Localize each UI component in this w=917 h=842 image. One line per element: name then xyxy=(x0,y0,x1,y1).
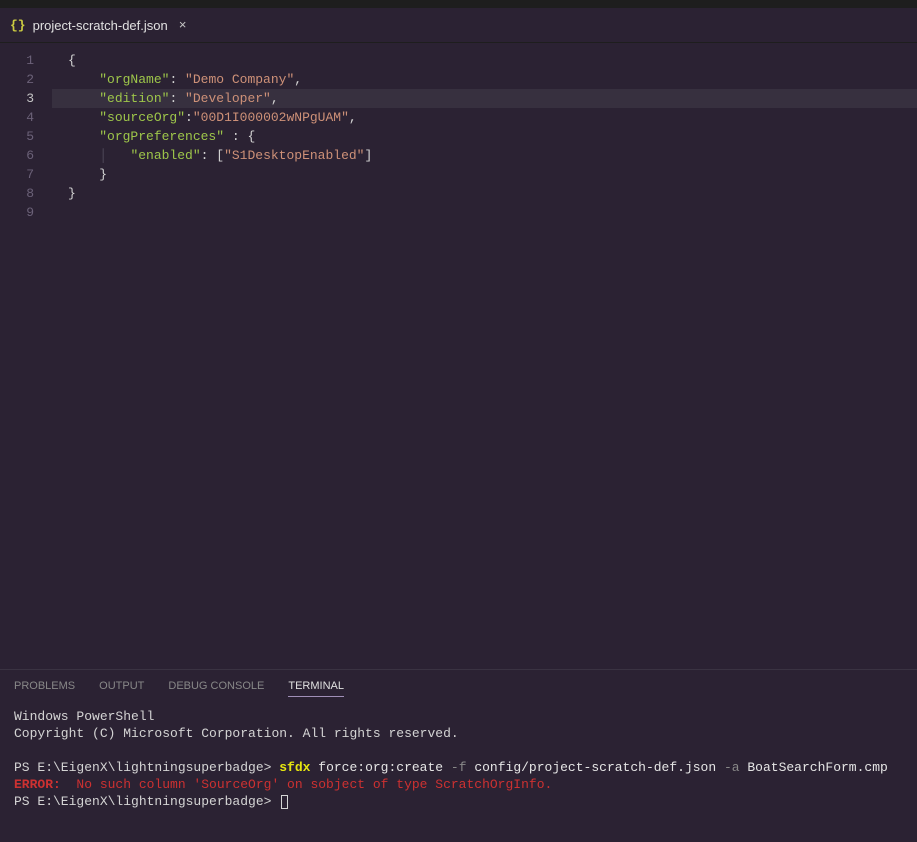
terminal-content[interactable]: Windows PowerShell Copyright (C) Microso… xyxy=(0,702,917,816)
code-content[interactable]: { "orgName": "Demo Company", "edition": … xyxy=(52,43,917,669)
line-number: 1 xyxy=(0,51,52,70)
code-line: "sourceOrg":"00D1I000002wNPgUAM", xyxy=(52,108,917,127)
line-number: 8 xyxy=(0,184,52,203)
line-number: 4 xyxy=(0,108,52,127)
tab-terminal[interactable]: TERMINAL xyxy=(288,676,344,697)
line-number: 6 xyxy=(0,146,52,165)
panel-tabs: PROBLEMS OUTPUT DEBUG CONSOLE TERMINAL xyxy=(0,670,917,702)
tab-output[interactable]: OUTPUT xyxy=(99,676,144,696)
code-line: "orgName": "Demo Company", xyxy=(52,70,917,89)
code-line: } xyxy=(52,165,917,184)
code-line: } xyxy=(52,184,917,203)
line-number: 3 xyxy=(0,89,52,108)
code-line: │ "enabled": ["S1DesktopEnabled"] xyxy=(52,146,917,165)
line-number: 9 xyxy=(0,203,52,222)
code-line: "orgPreferences" : { xyxy=(52,127,917,146)
terminal-line: PS E:\EigenX\lightningsuperbadge> xyxy=(14,793,903,810)
tab-debug-console[interactable]: DEBUG CONSOLE xyxy=(168,676,264,696)
window-titlebar xyxy=(0,0,917,8)
terminal-line: Copyright (C) Microsoft Corporation. All… xyxy=(14,725,903,742)
terminal-line xyxy=(14,742,903,759)
terminal-line: PS E:\EigenX\lightningsuperbadge> sfdx f… xyxy=(14,759,903,776)
editor-tabbar: {} project-scratch-def.json × xyxy=(0,8,917,43)
line-number-gutter: 1 2 3 4 5 6 7 8 9 xyxy=(0,43,52,669)
tab-problems[interactable]: PROBLEMS xyxy=(14,676,75,696)
panel: PROBLEMS OUTPUT DEBUG CONSOLE TERMINAL W… xyxy=(0,669,917,842)
tab-label: project-scratch-def.json xyxy=(33,18,168,33)
line-number: 7 xyxy=(0,165,52,184)
editor[interactable]: 1 2 3 4 5 6 7 8 9 { "orgName": "Demo Com… xyxy=(0,43,917,669)
close-icon[interactable]: × xyxy=(175,16,191,35)
terminal-line: ERROR: No such column 'SourceOrg' on sob… xyxy=(14,776,903,793)
terminal-cursor xyxy=(281,795,288,809)
code-line: { xyxy=(52,51,917,70)
tab-project-scratch-def[interactable]: {} project-scratch-def.json × xyxy=(0,8,201,42)
json-icon: {} xyxy=(10,18,26,33)
terminal-line: Windows PowerShell xyxy=(14,708,903,725)
line-number: 5 xyxy=(0,127,52,146)
line-number: 2 xyxy=(0,70,52,89)
code-line: "edition": "Developer", xyxy=(52,89,917,108)
